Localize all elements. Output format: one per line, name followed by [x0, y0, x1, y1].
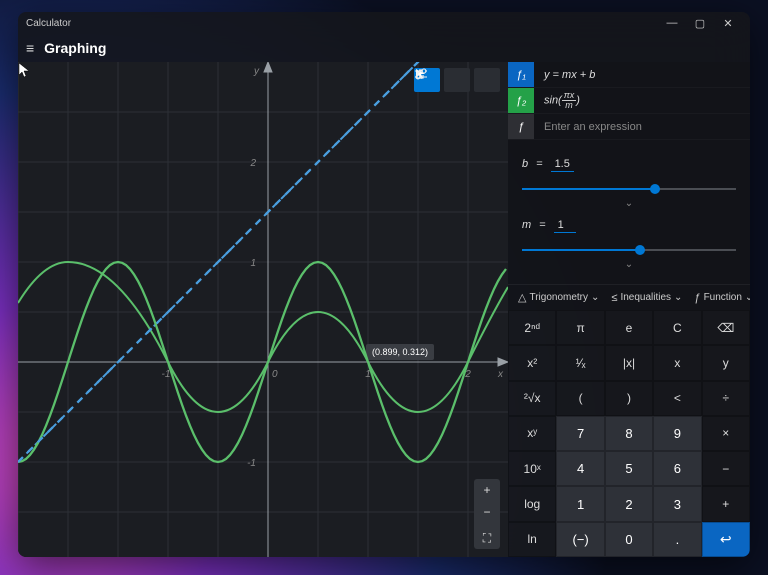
key-2nd[interactable]: 2ⁿᵈ — [508, 310, 556, 345]
key-9[interactable]: 9 — [653, 416, 701, 451]
var-b-name: b — [522, 158, 528, 170]
key-0[interactable]: 0 — [605, 522, 653, 557]
var-m-expand[interactable]: ⌄ — [522, 257, 736, 272]
key-y[interactable]: y — [702, 345, 750, 380]
key-reciprocal[interactable]: ¹⁄ₓ — [556, 345, 604, 380]
graph-overlay — [18, 62, 508, 557]
keypad: 2ⁿᵈ π e C ⌫ x² ¹⁄ₓ |x| x y ²√x ( ) < ÷ x… — [508, 310, 750, 557]
key-minus[interactable]: − — [702, 451, 750, 486]
key-plus[interactable]: + — [702, 486, 750, 521]
key-7[interactable]: 7 — [556, 416, 604, 451]
header-bar: ≡ Graphing — [18, 34, 750, 62]
maximize-button[interactable]: ▢ — [686, 17, 714, 30]
close-button[interactable]: ✕ — [714, 17, 742, 30]
key-10x[interactable]: 10ˣ — [508, 451, 556, 486]
key-abs[interactable]: |x| — [605, 345, 653, 380]
variables-panel: b = 1.5 ⌄ m = 1 — [508, 140, 750, 284]
key-2[interactable]: 2 — [605, 486, 653, 521]
key-4[interactable]: 4 — [556, 451, 604, 486]
category-inequalities[interactable]: ≤ Inequalities⌄ — [607, 290, 686, 306]
key-power[interactable]: xʸ — [508, 416, 556, 451]
key-pi[interactable]: π — [556, 310, 604, 345]
key-5[interactable]: 5 — [605, 451, 653, 486]
key-1[interactable]: 1 — [556, 486, 604, 521]
equals-sign: = — [539, 219, 545, 231]
minimize-button[interactable]: — — [658, 17, 686, 29]
function-icon: ƒ — [694, 292, 700, 304]
category-function[interactable]: ƒ Function⌄ — [690, 290, 750, 306]
var-b-expand[interactable]: ⌄ — [522, 196, 736, 211]
function-expr-2[interactable]: sin(πxm) — [534, 91, 580, 110]
key-divide[interactable]: ÷ — [702, 381, 750, 416]
key-log[interactable]: log — [508, 486, 556, 521]
variable-b: b = 1.5 ⌄ — [522, 158, 736, 211]
chevron-down-icon: ⌄ — [674, 292, 682, 303]
function-badge-2[interactable]: ƒ₂ — [508, 88, 534, 113]
titlebar: Calculator — ▢ ✕ — [18, 12, 750, 34]
variable-m: m = 1 ⌄ — [522, 219, 736, 272]
equals-sign: = — [536, 158, 542, 170]
key-decimal[interactable]: . — [653, 522, 701, 557]
chevron-down-icon: ⌄ — [745, 292, 750, 303]
category-row: △ Trigonometry⌄ ≤ Inequalities⌄ ƒ Functi… — [508, 284, 750, 310]
key-lt[interactable]: < — [653, 381, 701, 416]
calculator-window: Calculator — ▢ ✕ ≡ Graphing — [18, 12, 750, 557]
menu-icon[interactable]: ≡ — [26, 40, 34, 56]
function-row-2[interactable]: ƒ₂ sin(πxm) — [508, 88, 750, 114]
inequality-icon: ≤ — [611, 292, 617, 304]
key-3[interactable]: 3 — [653, 486, 701, 521]
var-b-slider[interactable] — [522, 182, 736, 196]
var-m-name: m — [522, 219, 531, 231]
key-multiply[interactable]: × — [702, 416, 750, 451]
graph-canvas[interactable]: x y -1 0 1 2 -1 1 2 — [18, 62, 508, 557]
var-m-value[interactable]: 1 — [554, 219, 576, 233]
function-row-new[interactable]: ƒ Enter an expression — [508, 114, 750, 140]
function-input[interactable]: Enter an expression — [534, 121, 642, 133]
key-6[interactable]: 6 — [653, 451, 701, 486]
side-panel: ƒ₁ y = mx + b ƒ₂ sin(πxm) ƒ Enter an exp… — [508, 62, 750, 557]
key-x[interactable]: x — [653, 345, 701, 380]
key-8[interactable]: 8 — [605, 416, 653, 451]
key-rparen[interactable]: ) — [605, 381, 653, 416]
function-badge-new[interactable]: ƒ — [508, 114, 534, 139]
key-square[interactable]: x² — [508, 345, 556, 380]
var-m-slider[interactable] — [522, 243, 736, 257]
function-expr-1[interactable]: y = mx + b — [534, 69, 595, 81]
mode-title: Graphing — [44, 40, 106, 56]
triangle-icon: △ — [518, 291, 526, 304]
key-e[interactable]: e — [605, 310, 653, 345]
key-sqrt[interactable]: ²√x — [508, 381, 556, 416]
var-b-value[interactable]: 1.5 — [551, 158, 574, 172]
chevron-down-icon: ⌄ — [591, 292, 599, 303]
key-backspace[interactable]: ⌫ — [702, 310, 750, 345]
app-title: Calculator — [26, 18, 71, 29]
key-enter[interactable]: ↩ — [702, 522, 750, 557]
key-clear[interactable]: C — [653, 310, 701, 345]
function-badge-1[interactable]: ƒ₁ — [508, 62, 534, 87]
key-ln[interactable]: ln — [508, 522, 556, 557]
key-lparen[interactable]: ( — [556, 381, 604, 416]
function-row-1[interactable]: ƒ₁ y = mx + b — [508, 62, 750, 88]
key-negate[interactable]: (−) — [556, 522, 604, 557]
category-trigonometry[interactable]: △ Trigonometry⌄ — [514, 289, 603, 306]
